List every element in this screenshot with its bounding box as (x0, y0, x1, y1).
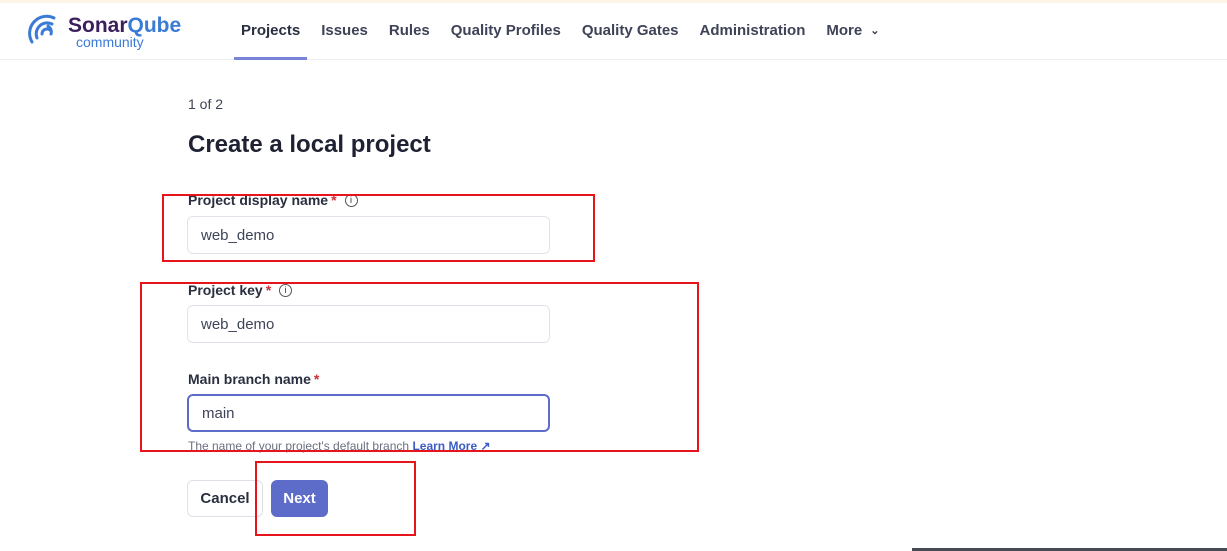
annotation-box (140, 282, 699, 452)
sonarqube-logo[interactable]: SonarQube community (28, 12, 181, 52)
nav-rules[interactable]: Rules (382, 3, 437, 60)
top-nav: SonarQube community Projects Issues Rule… (0, 3, 1227, 60)
nav-issues[interactable]: Issues (314, 3, 375, 60)
nav-projects[interactable]: Projects (234, 3, 308, 60)
chevron-down-icon: ⌄ (870, 24, 880, 37)
main-menu: Projects Issues Rules Quality Profiles Q… (234, 3, 893, 60)
brand-name: SonarQube (68, 15, 181, 36)
nav-quality-profiles[interactable]: Quality Profiles (444, 3, 568, 60)
brand-sub: community (76, 33, 144, 50)
nav-more-label: More (826, 21, 863, 39)
sonar-waves-icon (28, 14, 56, 44)
cancel-button[interactable]: Cancel (187, 480, 263, 517)
nav-quality-gates[interactable]: Quality Gates (575, 3, 686, 60)
annotation-box (162, 194, 595, 262)
annotation-box (255, 461, 416, 536)
page-title: Create a local project (188, 131, 431, 158)
nav-more[interactable]: More ⌄ (819, 3, 886, 60)
nav-administration[interactable]: Administration (693, 3, 813, 60)
step-indicator: 1 of 2 (188, 96, 224, 112)
